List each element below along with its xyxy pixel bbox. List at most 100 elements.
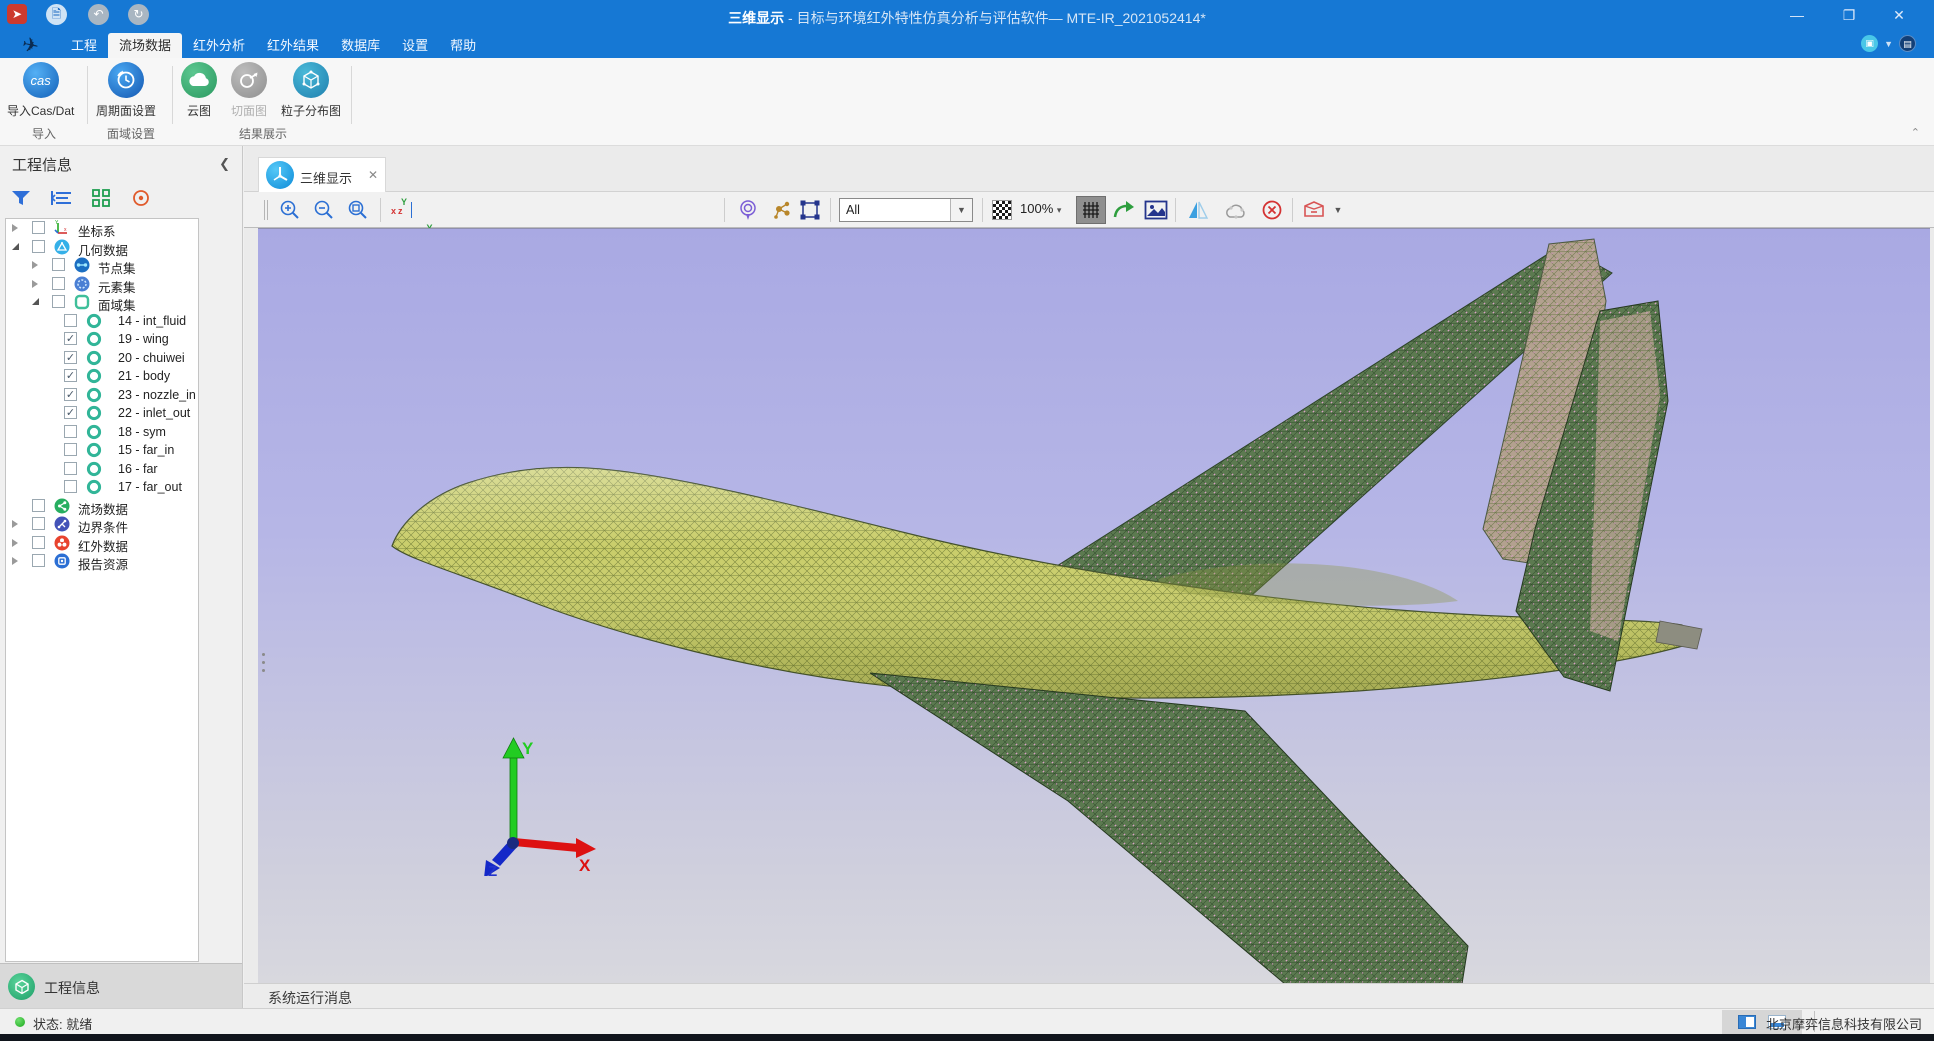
zoom-level-dropdown[interactable]: 100% ▾ bbox=[1020, 201, 1061, 216]
view-orientation-icon-1[interactable]: xzY bbox=[388, 197, 415, 223]
tree-item-15-far_in[interactable]: 15 - far_in bbox=[6, 441, 198, 460]
panel-footer[interactable]: 工程信息 bbox=[0, 963, 242, 1008]
menu-item-4[interactable]: 数据库 bbox=[330, 33, 391, 58]
menu-item-2[interactable]: 红外分析 bbox=[182, 33, 256, 58]
visibility-checkbox[interactable]: ✓ bbox=[64, 332, 77, 345]
display-filter-select[interactable]: All ▼ bbox=[839, 198, 973, 222]
tree-item-元素集[interactable]: 元素集 bbox=[6, 275, 198, 294]
visibility-checkbox[interactable] bbox=[64, 443, 77, 456]
close-button[interactable]: ✕ bbox=[1884, 6, 1914, 26]
tree-item-流场数据[interactable]: 流场数据 bbox=[6, 497, 198, 516]
visibility-checkbox[interactable] bbox=[64, 480, 77, 493]
menu-item-0[interactable]: 工程 bbox=[60, 33, 108, 58]
zoom-out-icon[interactable] bbox=[310, 197, 338, 223]
package-icon[interactable] bbox=[1300, 197, 1328, 223]
visibility-checkbox[interactable] bbox=[52, 277, 65, 290]
tree-item-报告资源[interactable]: 报告资源 bbox=[6, 552, 198, 571]
visibility-checkbox[interactable] bbox=[52, 295, 65, 308]
tree-item-节点集[interactable]: 节点集 bbox=[6, 256, 198, 275]
tree-item-19-wing[interactable]: ✓19 - wing bbox=[6, 330, 198, 349]
visibility-checkbox[interactable] bbox=[64, 462, 77, 475]
expander-closed-icon[interactable] bbox=[12, 224, 18, 232]
visibility-checkbox[interactable]: ✓ bbox=[64, 388, 77, 401]
tree-item-21-body[interactable]: ✓21 - body bbox=[6, 367, 198, 386]
zoom-fit-icon[interactable] bbox=[344, 197, 372, 223]
visibility-checkbox[interactable]: ✓ bbox=[64, 406, 77, 419]
visibility-checkbox[interactable] bbox=[32, 536, 45, 549]
halftone-icon[interactable] bbox=[992, 200, 1012, 220]
visibility-checkbox[interactable]: ✓ bbox=[64, 351, 77, 364]
particle-distribution-button[interactable]: 粒子分布图 bbox=[274, 62, 348, 119]
menu-item-3[interactable]: 红外结果 bbox=[256, 33, 330, 58]
tree-item-label: 15 - far_in bbox=[118, 443, 174, 457]
close-icon[interactable]: ✕ bbox=[368, 168, 378, 182]
tab-3d-view[interactable]: 三维显示 ✕ bbox=[258, 157, 386, 192]
visibility-checkbox[interactable] bbox=[32, 517, 45, 530]
menu-item-5[interactable]: 设置 bbox=[391, 33, 439, 58]
grid-view-icon[interactable] bbox=[88, 186, 114, 210]
ribbon-collapse-icon[interactable]: ⌃ bbox=[1911, 126, 1920, 139]
viewport-3d[interactable]: Y X Z bbox=[258, 228, 1930, 983]
periodic-face-button[interactable]: 周期面设置 bbox=[89, 62, 163, 119]
visibility-checkbox[interactable] bbox=[52, 258, 65, 271]
mirror-icon[interactable] bbox=[1184, 197, 1212, 223]
export-arrow-icon[interactable] bbox=[1110, 197, 1138, 223]
tree-item-22-inlet_out[interactable]: ✓ 22 - inlet_out bbox=[6, 404, 198, 423]
expander-closed-icon[interactable] bbox=[12, 557, 18, 565]
molecule-icon[interactable] bbox=[768, 197, 796, 223]
menu-item-1[interactable]: 流场数据 bbox=[108, 33, 182, 58]
manual-icon[interactable]: ▤ bbox=[1899, 35, 1916, 52]
surface-ring-icon bbox=[86, 405, 102, 421]
tree-item-16-far[interactable]: 16 - far bbox=[6, 460, 198, 479]
tree-item-边界条件[interactable]: 边界条件 bbox=[6, 515, 198, 534]
probe-pin-icon[interactable] bbox=[734, 197, 762, 223]
expander-closed-icon[interactable] bbox=[32, 261, 38, 269]
snapshot-icon[interactable] bbox=[1142, 197, 1170, 223]
dropdown-caret-icon[interactable]: ▼ bbox=[1884, 39, 1893, 49]
expander-open-icon[interactable] bbox=[32, 298, 39, 305]
menu-item-6[interactable]: 帮助 bbox=[439, 33, 487, 58]
zoom-level-value: 100% bbox=[1020, 201, 1053, 216]
tree-item-17-far_out[interactable]: 17 - far_out bbox=[6, 478, 198, 497]
dropdown-caret-icon[interactable]: ▼ bbox=[1330, 197, 1346, 223]
visibility-checkbox[interactable] bbox=[64, 314, 77, 327]
chevron-left-icon[interactable]: ❮ bbox=[219, 156, 230, 172]
tree-item-面域集[interactable]: 面域集 bbox=[6, 293, 198, 312]
cloud-outline-icon[interactable] bbox=[1220, 197, 1252, 223]
tree-item-坐标系[interactable]: Yx坐标系 bbox=[6, 219, 198, 238]
panel-layout-left-icon[interactable] bbox=[1738, 1015, 1756, 1029]
tree-item-18-sym[interactable]: 18 - sym bbox=[6, 423, 198, 442]
grid-icon[interactable] bbox=[1076, 196, 1106, 224]
expander-closed-icon[interactable] bbox=[12, 520, 18, 528]
delete-icon[interactable] bbox=[1258, 197, 1286, 223]
import-cas-dat-button[interactable]: cas 导入Cas/Dat bbox=[0, 62, 81, 119]
visibility-checkbox[interactable] bbox=[64, 425, 77, 438]
slice-plane-button[interactable]: 切面图 bbox=[224, 62, 274, 119]
contour-cloud-button[interactable]: 云图 bbox=[174, 62, 224, 119]
visibility-checkbox[interactable] bbox=[32, 240, 45, 253]
filter-icon[interactable] bbox=[8, 186, 34, 210]
box-select-icon[interactable] bbox=[796, 197, 824, 223]
toolbar-drag-handle[interactable] bbox=[264, 200, 268, 220]
zoom-in-icon[interactable] bbox=[276, 197, 304, 223]
minimize-button[interactable]: — bbox=[1782, 6, 1812, 26]
visibility-checkbox[interactable]: ✓ bbox=[64, 369, 77, 382]
outline-list-icon[interactable] bbox=[48, 186, 74, 210]
maximize-button[interactable]: ❐ bbox=[1834, 6, 1864, 26]
tree-item-14-int_fluid[interactable]: 14 - int_fluid bbox=[6, 312, 198, 331]
expander-open-icon[interactable] bbox=[12, 243, 19, 250]
tree-item-几何数据[interactable]: 几何数据 bbox=[6, 238, 198, 257]
expander-closed-icon[interactable] bbox=[12, 539, 18, 547]
tree-item-23-nozzle_in[interactable]: ✓23 - nozzle_in bbox=[6, 386, 198, 405]
visibility-checkbox[interactable] bbox=[32, 499, 45, 512]
tree-item-20-chuiwei[interactable]: ✓20 - chuiwei bbox=[6, 349, 198, 368]
visibility-checkbox[interactable] bbox=[32, 554, 45, 567]
chevron-down-icon[interactable]: ▼ bbox=[950, 199, 972, 221]
visibility-checkbox[interactable] bbox=[32, 221, 45, 234]
locate-target-icon[interactable] bbox=[128, 186, 154, 210]
tree-item-红外数据[interactable]: 红外数据 bbox=[6, 534, 198, 553]
tree-item-label: 22 - inlet_out bbox=[118, 406, 190, 420]
theme-icon[interactable]: ▣ bbox=[1861, 35, 1878, 52]
expander-closed-icon[interactable] bbox=[32, 280, 38, 288]
panel-splitter-handle[interactable] bbox=[261, 653, 266, 687]
